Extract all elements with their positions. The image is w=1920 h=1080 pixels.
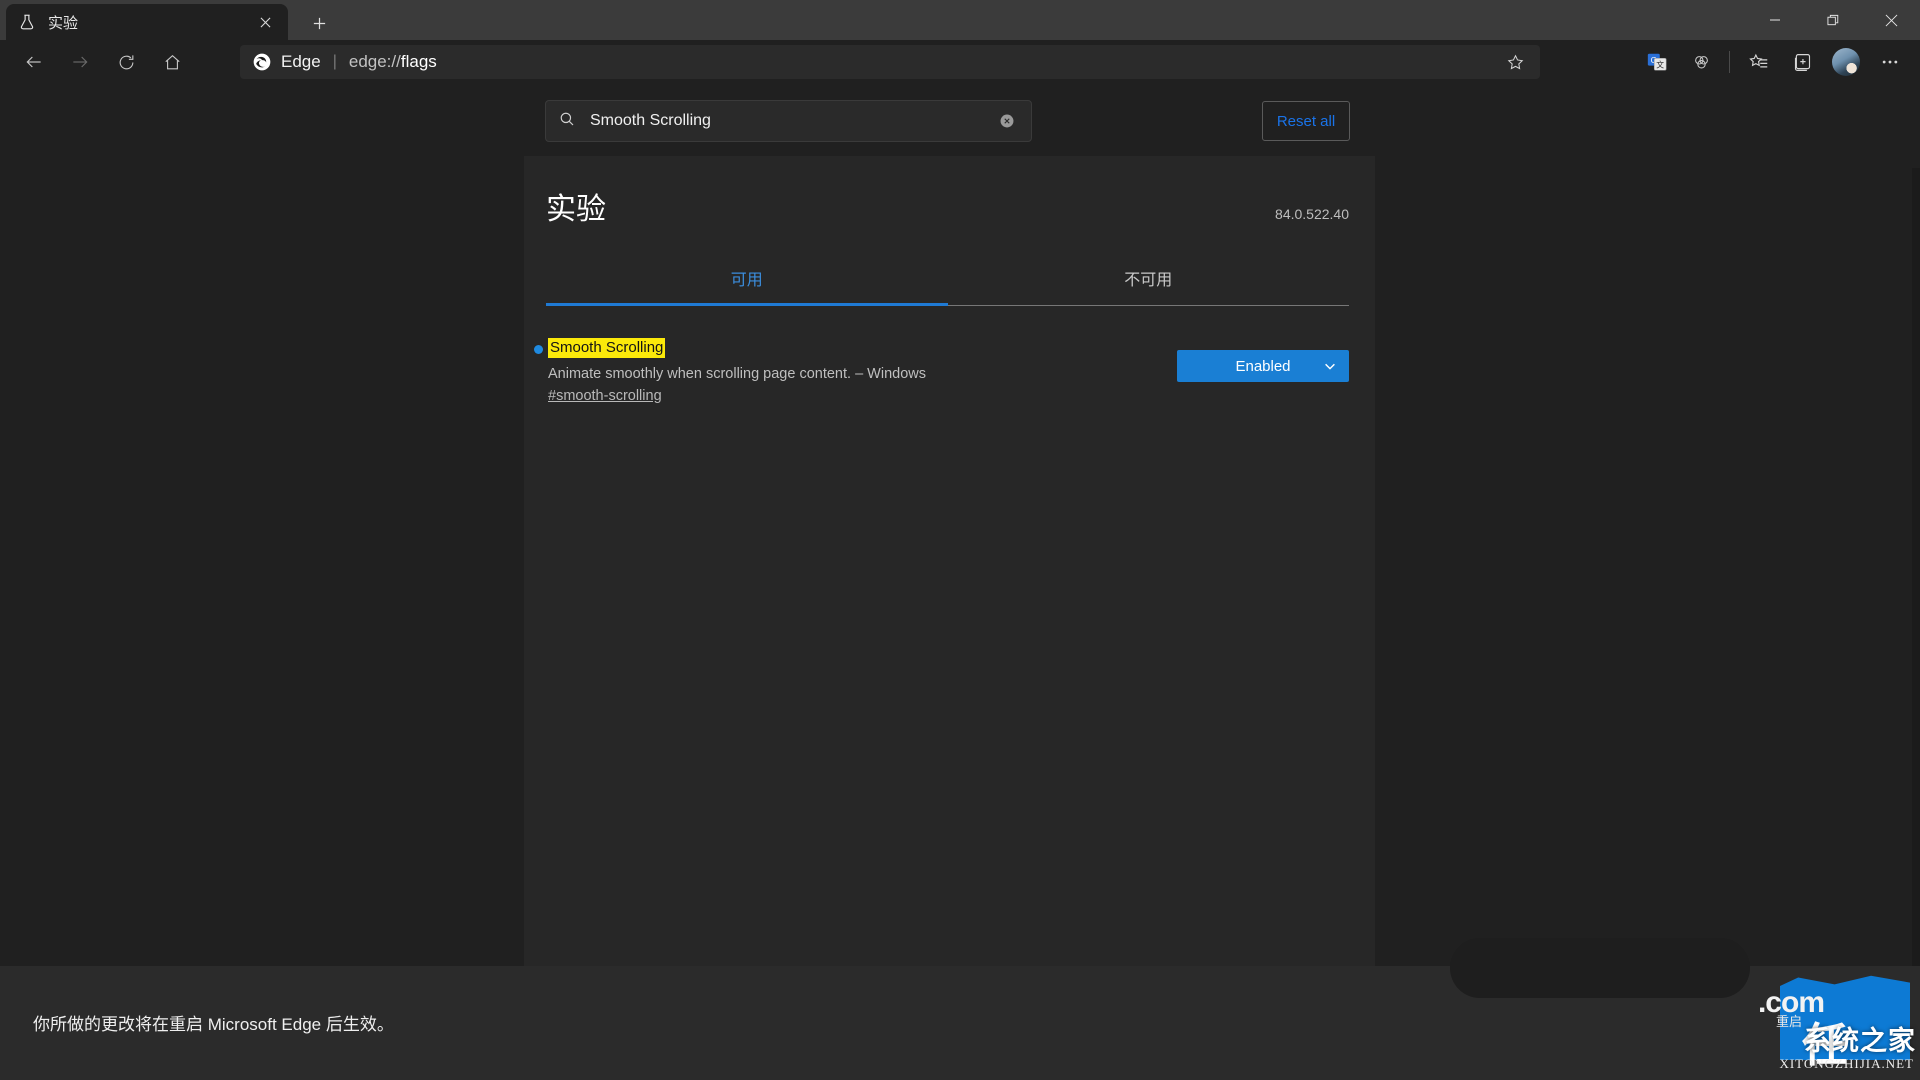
search-input[interactable]: Smooth Scrolling — [545, 100, 1032, 142]
profile-avatar[interactable] — [1832, 48, 1860, 76]
back-arrow-icon[interactable] — [14, 42, 54, 82]
window-controls — [1746, 0, 1920, 40]
toolbar-actions: G 文 — [1635, 44, 1912, 80]
flag-state-select[interactable]: Enabled — [1177, 350, 1349, 382]
edge-brand-label: Edge — [281, 52, 321, 71]
url-scheme: edge:// — [348, 52, 401, 71]
forward-arrow-icon[interactable] — [60, 42, 100, 82]
close-icon[interactable] — [252, 9, 278, 35]
collection-add-icon[interactable] — [1780, 44, 1824, 80]
browser-tab[interactable]: 实验 — [6, 4, 288, 40]
new-tab-button[interactable] — [302, 8, 336, 38]
page-scrollbar[interactable] — [1912, 168, 1920, 1050]
flag-entry: Smooth Scrolling Animate smoothly when s… — [534, 338, 1349, 404]
restore-button[interactable] — [1804, 0, 1862, 40]
browser-toolbar: Edge | edge://flags G 文 — [0, 40, 1920, 84]
close-window-button[interactable] — [1862, 0, 1920, 40]
settings-menu-button[interactable] — [1868, 44, 1912, 80]
search-icon — [558, 110, 576, 133]
home-icon[interactable] — [152, 42, 192, 82]
flags-content-panel: 实验 84.0.522.40 可用 不可用 Smooth Scrolling A… — [524, 156, 1375, 966]
browser-window: 实验 Edge | edge://flags G 文 Smooth Scroll… — [0, 0, 1920, 1080]
address-bar[interactable]: Edge | edge://flags — [240, 45, 1540, 79]
flags-page: Smooth Scrolling Reset all 实验 84.0.522.4… — [0, 84, 1920, 1050]
favorite-star-icon[interactable] — [1498, 47, 1532, 77]
refresh-icon[interactable] — [106, 42, 146, 82]
flag-state-value: Enabled — [1235, 357, 1291, 375]
tabs-active-indicator — [546, 303, 948, 306]
tab-unavailable[interactable]: 不可用 — [948, 266, 1350, 306]
title-bar: 实验 — [0, 0, 1920, 40]
clear-circle-icon[interactable] — [995, 109, 1019, 133]
chevron-down-icon — [1323, 359, 1337, 373]
flag-info: Smooth Scrolling Animate smoothly when s… — [534, 338, 1177, 404]
edge-logo-icon — [253, 53, 271, 71]
flag-description: Animate smoothly when scrolling page con… — [548, 366, 926, 382]
tab-title: 实验 — [48, 14, 79, 32]
restart-bar: 你所做的更改将在重启 Microsoft Edge 后生效。 — [0, 938, 1920, 1080]
flag-anchor-link[interactable]: #smooth-scrolling — [548, 388, 1177, 404]
favorites-list-icon[interactable] — [1736, 44, 1780, 80]
search-input-value: Smooth Scrolling — [590, 112, 711, 129]
translate-icon[interactable]: G 文 — [1635, 44, 1679, 80]
toolbar-divider — [1729, 51, 1730, 73]
version-label: 84.0.522.40 — [1275, 206, 1349, 222]
address-bar-url: edge://flags — [349, 52, 437, 72]
url-path: flags — [400, 52, 437, 71]
edge-brand-badge: Edge — [252, 52, 321, 72]
flag-modified-dot — [534, 345, 543, 354]
flags-tabs: 可用 不可用 — [546, 266, 1349, 306]
search-row: Smooth Scrolling Reset all — [0, 84, 1920, 156]
minimize-button[interactable] — [1746, 0, 1804, 40]
flags-header: 实验 84.0.522.40 — [546, 184, 1349, 228]
reset-all-button[interactable]: Reset all — [1262, 101, 1350, 141]
restart-bar-notch — [1450, 938, 1750, 998]
flask-icon — [16, 11, 38, 33]
page-title: 实验 — [546, 193, 606, 226]
collections-icon[interactable] — [1679, 44, 1723, 80]
restart-message: 你所做的更改将在重启 Microsoft Edge 后生效。 — [33, 1015, 394, 1034]
svg-text:文: 文 — [1656, 60, 1664, 70]
tab-available[interactable]: 可用 — [546, 266, 948, 306]
omnibox-separator: | — [332, 53, 337, 70]
flag-name: Smooth Scrolling — [548, 338, 666, 358]
